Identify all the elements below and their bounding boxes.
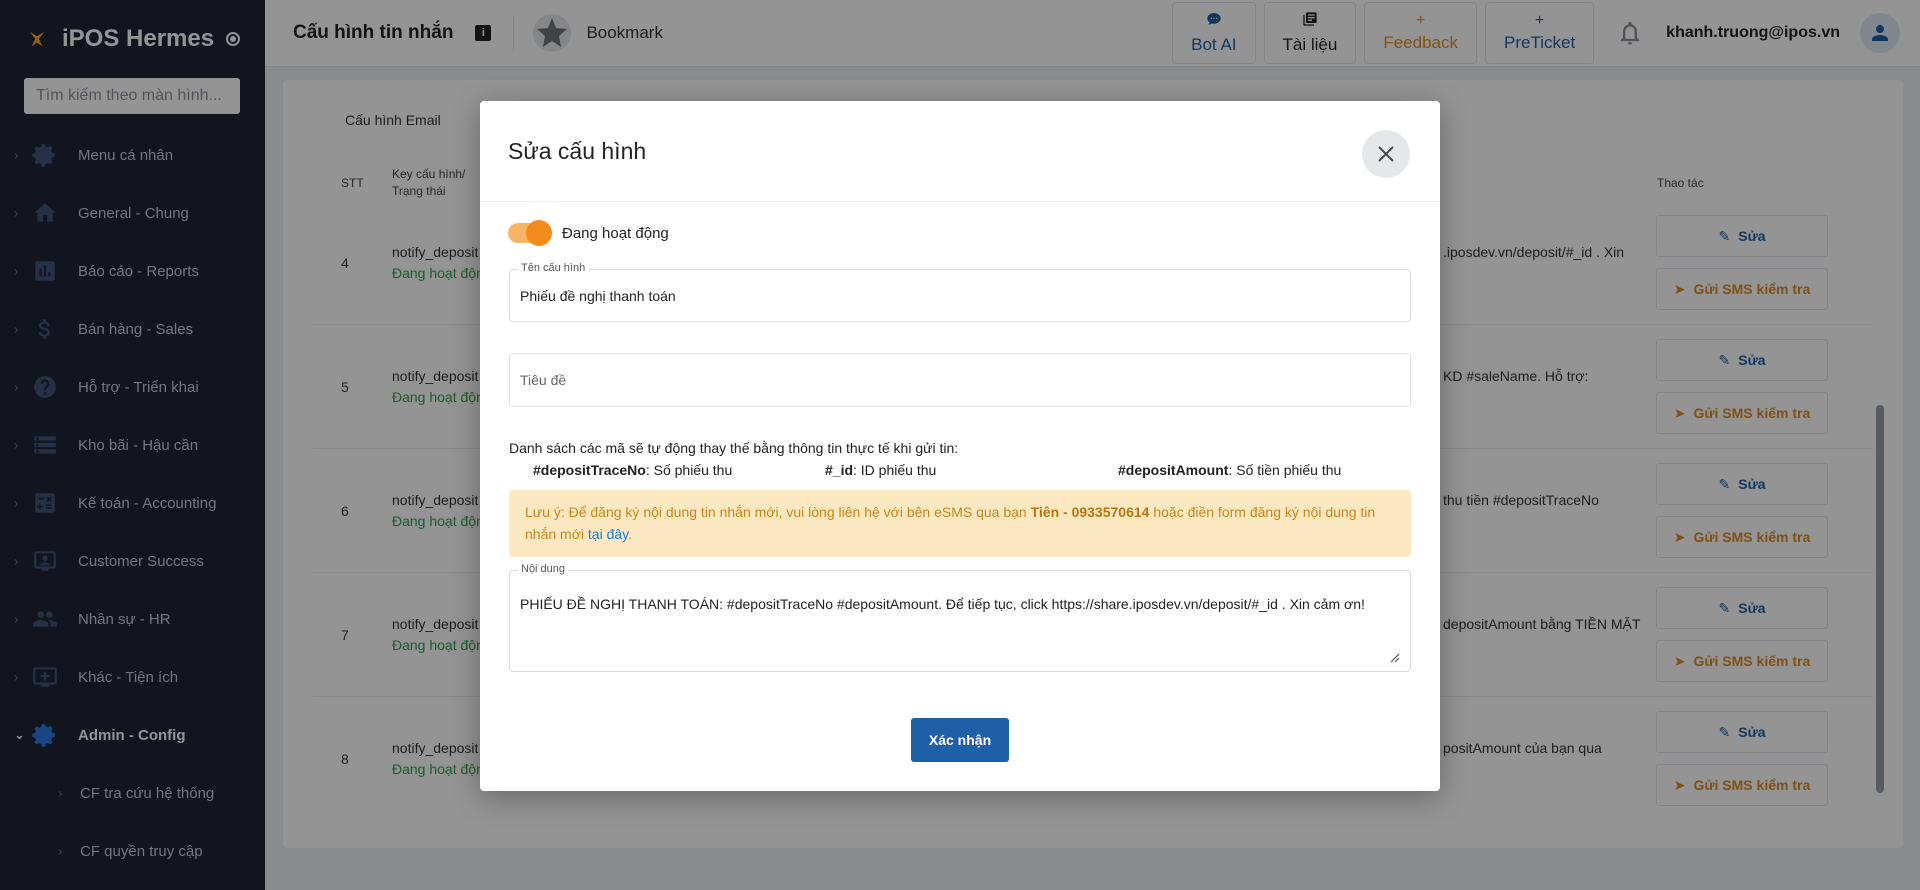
close-button[interactable] bbox=[1362, 130, 1410, 178]
register-link[interactable]: tại đây bbox=[588, 526, 628, 542]
modal-header: Sửa cấu hình bbox=[480, 101, 1440, 202]
field-legend: Nội dung bbox=[518, 563, 569, 575]
field-legend: Tên cấu hình bbox=[518, 262, 589, 274]
config-name-field[interactable]: Tên cấu hình Phiếu đề nghị thanh toán bbox=[509, 262, 1411, 322]
subject-field[interactable] bbox=[509, 353, 1411, 407]
codes-intro: Danh sách các mã sẽ tự động thay thế bằn… bbox=[509, 440, 959, 456]
toggle-label: Đang hoạt động bbox=[562, 224, 669, 242]
status-toggle-row: Đang hoạt động bbox=[508, 220, 669, 246]
resize-handle-icon[interactable] bbox=[1390, 653, 1400, 663]
code-id: #_id: ID phiếu thu bbox=[825, 462, 937, 478]
active-toggle[interactable] bbox=[508, 220, 552, 246]
code-deposit-trace-no: #depositTraceNo: Số phiếu thu bbox=[533, 462, 733, 478]
modal-title: Sửa cấu hình bbox=[508, 137, 647, 164]
subject-input[interactable] bbox=[520, 354, 1400, 406]
notice-alert: Lưu ý: Để đăng ký nội dung tin nhắn mới,… bbox=[509, 490, 1411, 557]
edit-config-modal: Sửa cấu hình Đang hoạt động Tên cấu hình… bbox=[480, 101, 1440, 791]
close-icon bbox=[1378, 146, 1394, 162]
content-value: PHIẾU ĐỀ NGHỊ THANH TOÁN: #depositTraceN… bbox=[520, 596, 1365, 612]
content-textarea[interactable]: Nội dung PHIẾU ĐỀ NGHỊ THANH TOÁN: #depo… bbox=[509, 563, 1411, 672]
config-name-value: Phiếu đề nghị thanh toán bbox=[520, 288, 676, 304]
confirm-button[interactable]: Xác nhận bbox=[911, 718, 1009, 762]
code-deposit-amount: #depositAmount: Số tiền phiếu thu bbox=[1118, 462, 1342, 478]
alert-contact: Tiên - 0933570614 bbox=[1030, 504, 1150, 520]
